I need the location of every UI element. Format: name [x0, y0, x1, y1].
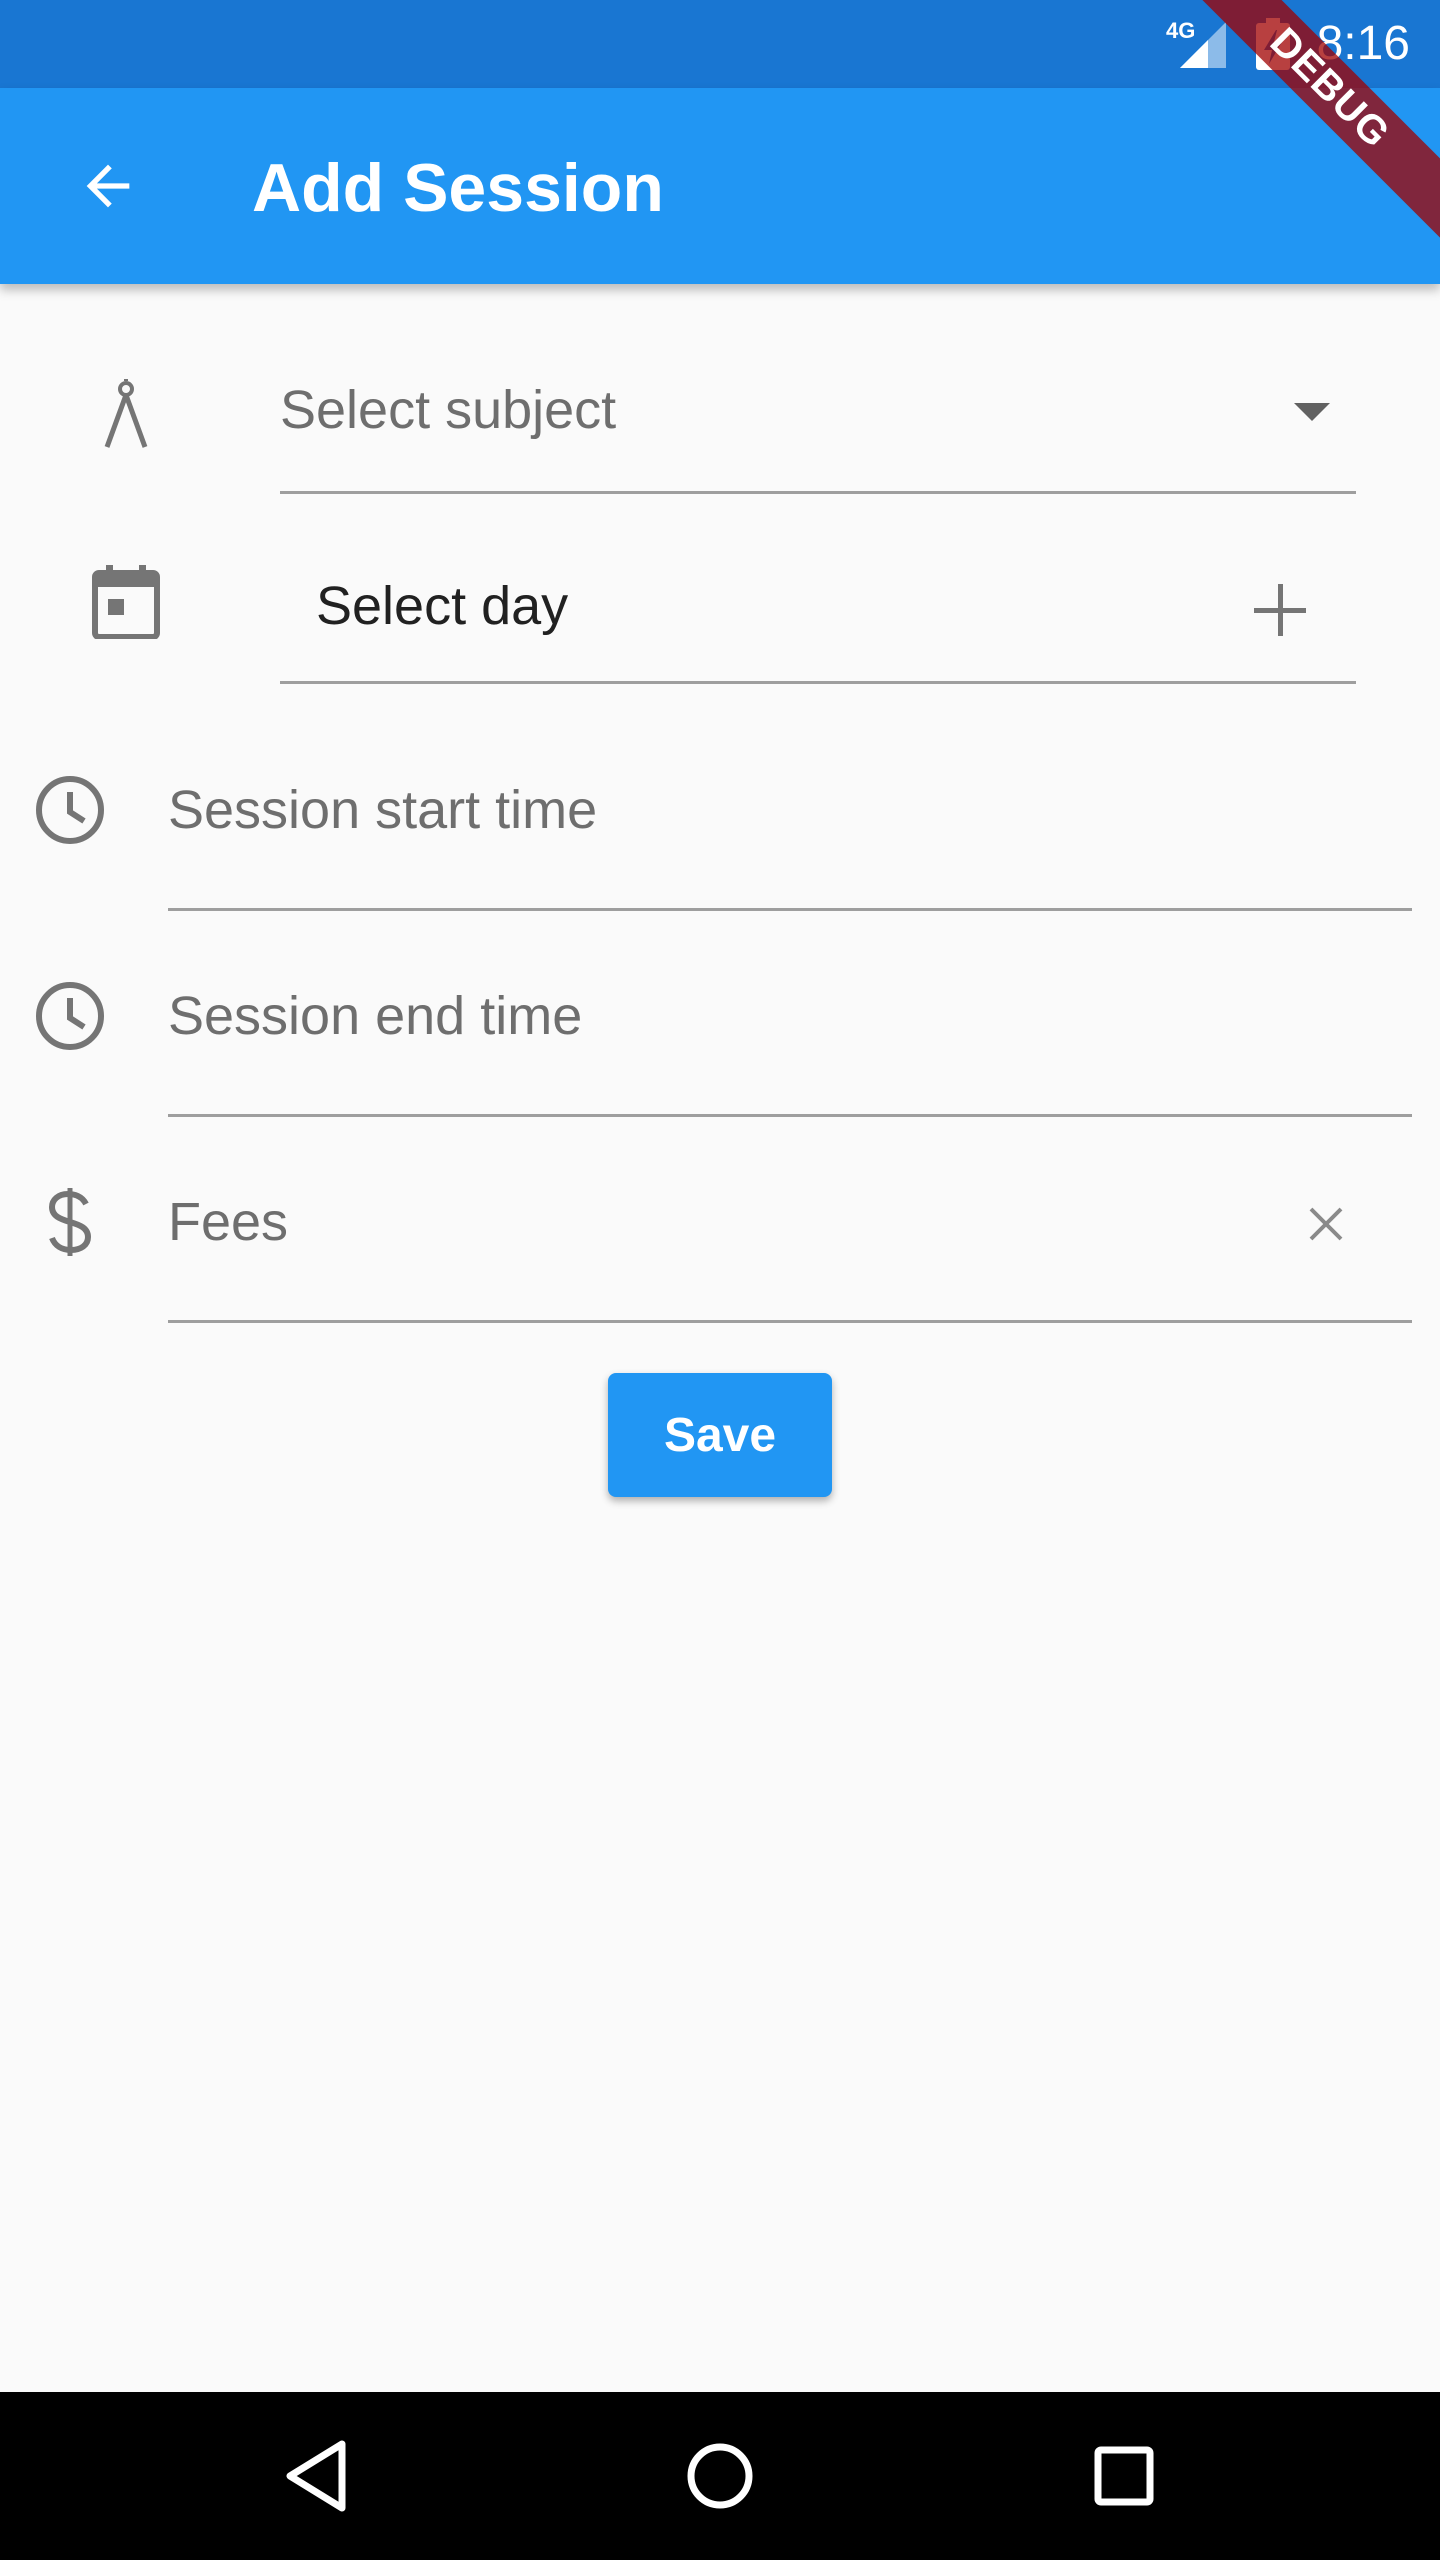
- arrow-back-icon: [86, 164, 130, 208]
- dropdown-arrow-icon: [1280, 390, 1344, 434]
- fees-placeholder: Fees: [168, 1192, 289, 1252]
- fees-underline: [168, 1320, 1412, 1323]
- clear-icon[interactable]: [1290, 1188, 1362, 1260]
- end-time-underline: [168, 1114, 1412, 1117]
- compass-icon: [90, 375, 162, 455]
- nav-home-button[interactable]: [660, 2416, 780, 2536]
- start-time-field[interactable]: Session start time: [0, 740, 1440, 911]
- fees-field[interactable]: Fees: [0, 1152, 1440, 1323]
- nav-back-button[interactable]: [256, 2416, 376, 2536]
- clock-icon: [30, 770, 110, 850]
- day-label: Select day: [316, 576, 569, 636]
- status-bar: 4G 8:16: [0, 0, 1440, 88]
- clock-icon: [30, 976, 110, 1056]
- day-selector[interactable]: Select day: [0, 530, 1440, 690]
- status-time: 8:16: [1316, 17, 1410, 70]
- end-time-placeholder: Session end time: [168, 986, 583, 1046]
- home-circle-icon: [687, 2443, 753, 2509]
- subject-dropdown[interactable]: Select subject: [0, 330, 1440, 500]
- calendar-icon: [86, 562, 166, 642]
- recents-square-icon: [1094, 2446, 1154, 2506]
- nav-recents-button[interactable]: [1064, 2416, 1184, 2536]
- start-time-underline: [168, 908, 1412, 911]
- end-time-field[interactable]: Session end time: [0, 946, 1440, 1117]
- network-4g-icon: 4G: [1166, 18, 1230, 70]
- dollar-icon: [30, 1182, 110, 1262]
- plus-icon[interactable]: [1244, 574, 1316, 646]
- start-time-placeholder: Session start time: [168, 780, 598, 840]
- day-underline: [280, 681, 1356, 684]
- signal-icon: [1180, 22, 1226, 68]
- app-bar: Add Session: [0, 88, 1440, 284]
- battery-charging-icon: [1256, 18, 1290, 70]
- status-icons: 4G: [1166, 18, 1290, 70]
- back-triangle-icon: [286, 2440, 346, 2512]
- save-button[interactable]: Save: [608, 1373, 832, 1497]
- system-nav-bar: [0, 2392, 1440, 2560]
- subject-placeholder: Select subject: [280, 380, 617, 440]
- subject-underline: [280, 491, 1356, 494]
- back-button[interactable]: [54, 132, 162, 240]
- page-title: Add Session: [252, 150, 664, 226]
